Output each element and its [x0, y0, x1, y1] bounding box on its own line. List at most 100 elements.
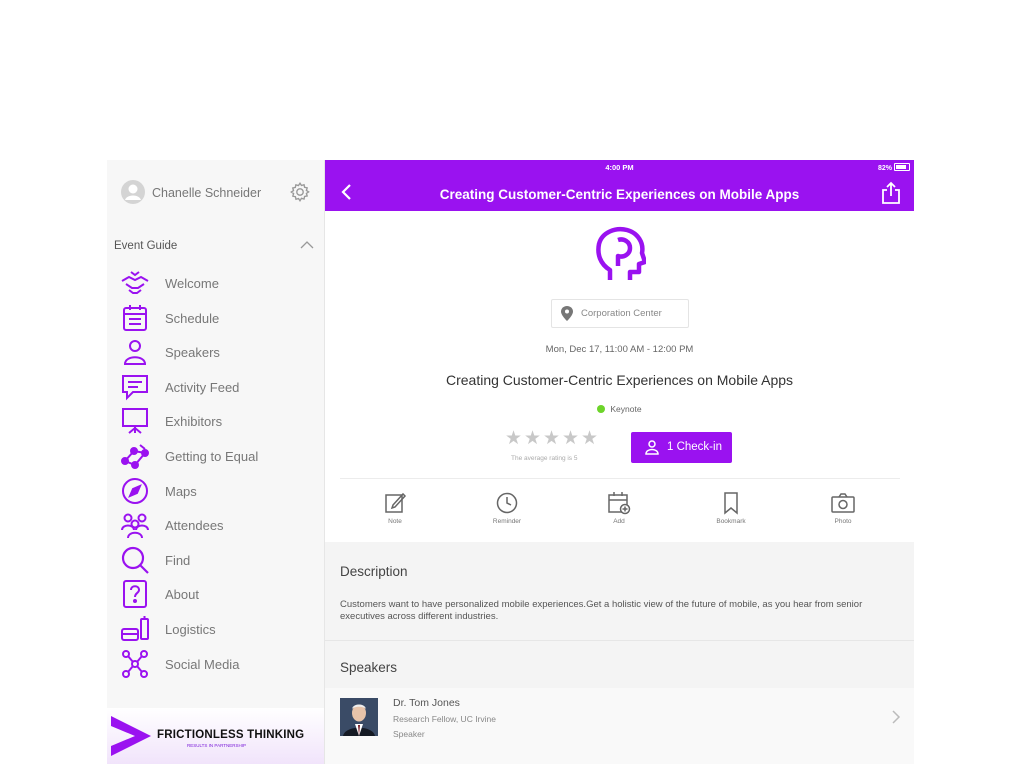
track-label: Keynote: [610, 404, 642, 414]
action-bar: Note Reminder Add Bookmark Photo: [340, 478, 900, 542]
session-title: Creating Customer-Centric Experiences on…: [445, 372, 794, 388]
battery-indicator: 82%: [878, 162, 910, 172]
star-rating[interactable]: ★ ★ ★ ★ ★: [505, 429, 605, 449]
description-section: Description Customers want to have perso…: [325, 542, 914, 640]
location-name: Corporation Center: [581, 308, 662, 319]
sidebar-item-exhibitors[interactable]: Exhibitors: [120, 404, 320, 439]
calendar-add-icon: [608, 492, 631, 515]
check-in-button[interactable]: 1 Check-in: [631, 432, 732, 463]
description-heading: Description: [340, 564, 408, 579]
sidebar-item-maps[interactable]: Maps: [120, 474, 320, 509]
session-time: Mon, Dec 17, 11:00 AM - 12:00 PM: [545, 344, 694, 355]
share-nodes-icon: [122, 649, 148, 678]
star-icon[interactable]: ★: [543, 429, 560, 449]
person-icon: [645, 440, 659, 455]
star-icon[interactable]: ★: [524, 429, 541, 449]
action-label: Reminder: [492, 518, 522, 525]
chevron-up-icon: [300, 241, 314, 249]
search-icon: [121, 546, 149, 574]
sidebar-item-label: Logistics: [165, 621, 216, 637]
person-icon: [123, 340, 147, 366]
battery-icon: [894, 163, 910, 171]
share-button[interactable]: [881, 181, 901, 205]
speaker-name: Dr. Tom Jones: [393, 697, 460, 709]
star-icon[interactable]: ★: [505, 429, 522, 449]
brand-logo: FRICTIONLESS THINKING RESULTS IN PARTNER…: [107, 708, 324, 764]
check-in-label: 1 Check-in: [667, 441, 722, 453]
nav-title: Creating Customer-Centric Experiences on…: [439, 187, 800, 202]
network-icon: [121, 444, 149, 469]
sidebar-item-label: Speakers: [165, 345, 220, 361]
gear-icon[interactable]: [289, 181, 311, 203]
sidebar-item-label: Social Media: [165, 656, 240, 672]
description-body: Customers want to have personalized mobi…: [340, 599, 863, 622]
status-time: 4:00 PM: [605, 163, 634, 172]
section-title: Event Guide: [114, 240, 178, 252]
nav-bar: 4:00 PM 82% Creating Customer-Centric Ex…: [325, 160, 914, 211]
action-label: Bookmark: [716, 518, 746, 525]
sidebar-item-getting-to-equal[interactable]: Getting to Equal: [120, 439, 320, 474]
sidebar-item-label: Activity Feed: [165, 379, 240, 395]
back-button[interactable]: [340, 183, 354, 201]
logo-subtext: RESULTS IN PARTNERSHIP: [187, 743, 247, 748]
sidebar-item-label: Attendees: [165, 518, 224, 534]
bookmark-button[interactable]: Bookmark: [701, 491, 761, 537]
speaker-portrait-icon: [340, 698, 378, 736]
session-logo-icon: [596, 226, 646, 280]
sidebar-item-find[interactable]: Find: [120, 543, 320, 578]
sidebar-item-social-media[interactable]: Social Media: [120, 647, 320, 682]
compass-icon: [122, 477, 148, 504]
chevron-right-icon: [892, 710, 901, 724]
sidebar-item-logistics[interactable]: Logistics: [120, 612, 320, 647]
speakers-heading: Speakers: [340, 660, 398, 675]
logo-text: FRICTIONLESS THINKING: [157, 729, 305, 741]
sidebar-item-label: Welcome: [165, 276, 219, 291]
action-label: Note: [388, 518, 402, 525]
people-icon: [121, 513, 149, 539]
sidebar-item-speakers[interactable]: Speakers: [120, 335, 320, 370]
speakers-section: Speakers Dr. Tom Jones Research Fellow, …: [325, 640, 914, 764]
add-button[interactable]: Add: [589, 491, 649, 537]
sidebar-item-schedule[interactable]: Schedule: [120, 301, 320, 336]
event-guide-header[interactable]: Event Guide: [114, 238, 314, 258]
sidebar-item-label: Schedule: [165, 310, 220, 326]
sidebar-nav: Welcome Schedule Speakers Activity Feed: [120, 266, 320, 681]
rating-note: The average rating is 5: [511, 455, 578, 462]
calendar-icon: [123, 304, 147, 331]
clock-icon: [496, 492, 518, 514]
easel-icon: [122, 408, 148, 435]
photo-button[interactable]: Photo: [813, 491, 873, 537]
location-pin-icon: [561, 306, 573, 321]
note-button[interactable]: Note: [365, 491, 425, 537]
star-icon[interactable]: ★: [562, 429, 579, 449]
star-icon[interactable]: ★: [581, 429, 598, 449]
user-name: Chanelle Schneider: [152, 186, 262, 200]
note-icon: [385, 492, 407, 513]
bookmark-icon: [724, 492, 738, 515]
camera-icon: [831, 493, 855, 513]
speaker-row[interactable]: Dr. Tom Jones Research Fellow, UC Irvine…: [325, 688, 914, 764]
chat-icon: [122, 374, 148, 401]
action-label: Add: [613, 518, 625, 525]
sidebar-item-label: Exhibitors: [165, 414, 223, 430]
sidebar-item-label: About: [165, 587, 199, 603]
speaker-type: Speaker: [393, 729, 425, 739]
user-avatar-icon: [121, 180, 145, 204]
sidebar-item-label: Getting to Equal: [165, 448, 259, 464]
session-detail: 4:00 PM 82% Creating Customer-Centric Ex…: [325, 160, 914, 764]
sidebar-item-about[interactable]: About: [120, 577, 320, 612]
sidebar-item-activity-feed[interactable]: Activity Feed: [120, 370, 320, 405]
battery-level: 82%: [877, 165, 892, 172]
bus-icon: [121, 615, 149, 641]
handshake-icon: [121, 271, 149, 294]
location-chip[interactable]: Corporation Center: [551, 299, 689, 328]
user-profile[interactable]: Chanelle Schneider: [121, 178, 311, 208]
action-label: Photo: [834, 518, 852, 525]
sidebar-item-label: Find: [165, 552, 191, 568]
chevron-logo-icon: [111, 716, 151, 756]
sidebar-item-welcome[interactable]: Welcome: [120, 266, 320, 301]
tablet-screen: Chanelle Schneider Event Guide Welcome S…: [107, 160, 914, 764]
speaker-role: Research Fellow, UC Irvine: [393, 714, 496, 724]
reminder-button[interactable]: Reminder: [477, 491, 537, 537]
sidebar-item-attendees[interactable]: Attendees: [120, 508, 320, 543]
